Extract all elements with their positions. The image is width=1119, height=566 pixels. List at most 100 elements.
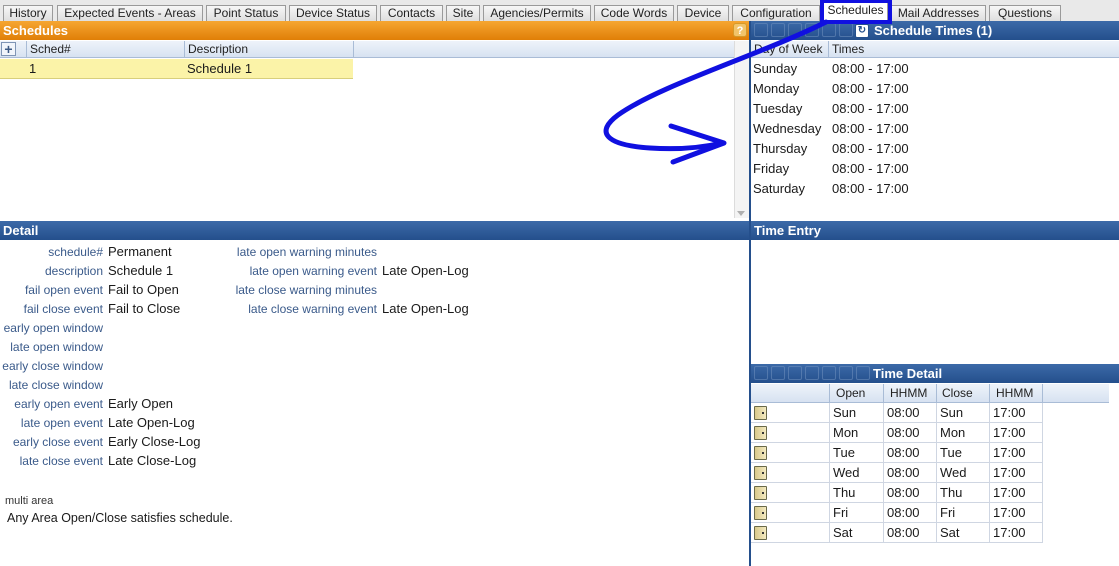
times-label: 08:00 - 17:00 <box>832 121 909 136</box>
cell-close-day: Mon <box>936 423 989 443</box>
tab-expected-events-areas[interactable]: Expected Events - Areas <box>57 5 203 21</box>
cell-close-day: Fri <box>936 503 989 523</box>
cell-open-time: 08:00 <box>883 403 936 423</box>
edit-icon[interactable] <box>771 366 785 380</box>
day-label: Friday <box>753 161 790 176</box>
multi-area-label: multi area <box>5 495 54 507</box>
tab-mail-addresses[interactable]: Mail Addresses <box>891 5 986 21</box>
table-row[interactable]: Wed 08:00 Wed 17:00 <box>751 463 1043 483</box>
table-row[interactable]: Sun 08:00 Sun 17:00 <box>751 403 1043 423</box>
help-icon[interactable]: ? <box>733 23 747 37</box>
times-label: 08:00 - 17:00 <box>832 141 909 156</box>
cell-open-time: 08:00 <box>883 463 936 483</box>
add-icon[interactable] <box>788 23 802 37</box>
cell-close-day: Tue <box>936 443 989 463</box>
tab-site[interactable]: Site <box>446 5 480 21</box>
tab-contacts[interactable]: Contacts <box>380 5 443 21</box>
field-label: late close event <box>19 454 103 468</box>
cell-open-day: Sat <box>829 523 883 543</box>
cell-open-day: Sun <box>829 403 883 423</box>
times-label: 08:00 - 17:00 <box>832 161 909 176</box>
tab-agencies-permits[interactable]: Agencies/Permits <box>483 5 591 21</box>
time-detail-title: Time Detail <box>873 366 943 381</box>
door-icon[interactable] <box>754 426 767 440</box>
cell-close-time: 17:00 <box>989 403 1043 423</box>
times-label: 08:00 - 17:00 <box>832 181 909 196</box>
edit-icon[interactable] <box>771 23 785 37</box>
field-label: early close event <box>12 435 103 449</box>
cell-close-time: 17:00 <box>989 423 1043 443</box>
cell-close-day: Sat <box>936 523 989 543</box>
time-detail-panel-header: Time Detail <box>751 364 1119 383</box>
table-row[interactable]: Thu 08:00 Thu 17:00 <box>751 483 1043 503</box>
schedules-column-header: + Sched# Description <box>0 41 749 58</box>
door-icon[interactable] <box>754 526 767 540</box>
field-label: fail close event <box>23 302 103 316</box>
cell-close-time: 17:00 <box>989 503 1043 523</box>
cancel-icon[interactable] <box>839 366 853 380</box>
field-value: Late Open-Log <box>108 415 195 430</box>
column-description[interactable]: Description <box>184 41 353 57</box>
cell-close-day: Sun <box>936 403 989 423</box>
field-label: late open window <box>10 340 103 354</box>
door-icon[interactable] <box>754 506 767 520</box>
cell-open-time: 08:00 <box>883 503 936 523</box>
field-label: late open warning minutes <box>236 245 377 259</box>
tab-device[interactable]: Device <box>677 5 729 21</box>
time-detail-column-header: Open HHMM Close HHMM <box>751 384 1109 403</box>
column-open[interactable]: Open <box>829 384 883 402</box>
cell-close-time: 17:00 <box>989 483 1043 503</box>
schedule-times-title: Schedule Times (1) <box>874 23 993 38</box>
table-row[interactable]: Fri 08:00 Fri 17:00 <box>751 503 1043 523</box>
cell-open-day: Wed <box>829 463 883 483</box>
field-label: early open event <box>14 397 103 411</box>
field-value: Fail to Open <box>108 282 179 297</box>
schedules-panel-header: Schedules ? <box>0 21 749 40</box>
day-label: Saturday <box>753 181 806 196</box>
save-icon[interactable] <box>805 366 819 380</box>
column-close-hhmm[interactable]: HHMM <box>989 384 1042 402</box>
tab-questions[interactable]: Questions <box>989 5 1061 21</box>
tab-configuration[interactable]: Configuration <box>732 5 820 21</box>
cancel-icon[interactable] <box>839 23 853 37</box>
scroll-down-icon[interactable] <box>737 211 745 216</box>
refresh-icon[interactable] <box>856 366 870 380</box>
column-open-hhmm[interactable]: HHMM <box>883 384 936 402</box>
list-icon[interactable] <box>754 366 768 380</box>
tab-point-status[interactable]: Point Status <box>206 5 286 21</box>
times-label: 08:00 - 17:00 <box>832 61 909 76</box>
cell-open-day: Thu <box>829 483 883 503</box>
table-row[interactable]: Mon 08:00 Mon 17:00 <box>751 423 1043 443</box>
door-icon[interactable] <box>754 486 767 500</box>
schedules-scrollbar[interactable] <box>734 41 749 218</box>
column-day-of-week[interactable]: Day of Week <box>751 41 828 57</box>
delete-icon[interactable] <box>822 23 836 37</box>
cell-open-day: Fri <box>829 503 883 523</box>
day-label: Tuesday <box>753 101 803 116</box>
tab-code-words[interactable]: Code Words <box>594 5 674 21</box>
add-icon[interactable] <box>788 366 802 380</box>
column-close[interactable]: Close <box>936 384 989 402</box>
delete-icon[interactable] <box>822 366 836 380</box>
refresh-icon[interactable]: ↻ <box>855 24 869 38</box>
tab-device-status[interactable]: Device Status <box>289 5 377 21</box>
cell-close-time: 17:00 <box>989 463 1043 483</box>
save-icon[interactable] <box>805 23 819 37</box>
tab-history[interactable]: History <box>3 5 53 21</box>
detail-panel-title: Detail <box>3 223 39 238</box>
column-times[interactable]: Times <box>828 41 1119 57</box>
field-label: early open window <box>3 321 103 335</box>
table-row[interactable]: Tue 08:00 Tue 17:00 <box>751 443 1043 463</box>
schedule-times-column-header: Day of Week Times <box>751 41 1119 58</box>
door-icon[interactable] <box>754 406 767 420</box>
cell-close-day: Wed <box>936 463 989 483</box>
tab-schedules[interactable]: Schedules <box>823 2 888 22</box>
door-icon[interactable] <box>754 466 767 480</box>
list-icon[interactable] <box>754 23 768 37</box>
table-row[interactable]: 1 Schedule 1 <box>0 59 353 79</box>
table-row[interactable]: Sat 08:00 Sat 17:00 <box>751 523 1043 543</box>
add-schedule-button[interactable]: + <box>1 42 16 56</box>
column-sched-number[interactable]: Sched# <box>26 41 184 57</box>
door-icon[interactable] <box>754 446 767 460</box>
field-value: Late Close-Log <box>108 453 197 468</box>
